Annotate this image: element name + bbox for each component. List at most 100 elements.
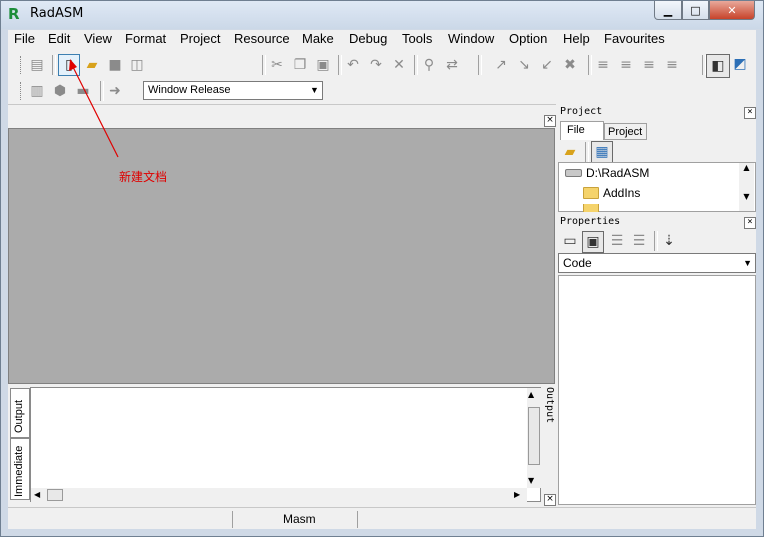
- menu-debug[interactable]: Debug: [349, 31, 387, 46]
- output-side-label: Output: [544, 387, 555, 424]
- tree-item-partial[interactable]: [583, 204, 599, 212]
- tab-immediate[interactable]: Immediate: [10, 438, 30, 500]
- save-all-icon[interactable]: ◫: [128, 56, 146, 74]
- menu-project[interactable]: Project: [180, 31, 220, 46]
- menu-option[interactable]: Option: [509, 31, 547, 46]
- tree-item-folder[interactable]: AddIns: [583, 186, 640, 200]
- outdent-icon[interactable]: ≡: [617, 56, 635, 74]
- window-icon[interactable]: ▭: [561, 232, 579, 250]
- copy-icon[interactable]: ❐: [291, 56, 309, 74]
- bookmark-prev-icon[interactable]: ↙: [538, 56, 556, 74]
- scroll-up-icon[interactable]: ▲: [528, 390, 534, 399]
- toolbar-separator: [52, 55, 56, 75]
- menu-favourites[interactable]: Favourites: [604, 31, 665, 46]
- toolbar-separator: [588, 55, 592, 75]
- close-button[interactable]: ✕: [709, 1, 755, 20]
- menu-resource[interactable]: Resource: [234, 31, 290, 46]
- chevron-down-icon: ▼: [743, 258, 752, 268]
- output-horizontal-scrollbar[interactable]: [31, 488, 527, 502]
- tile-windows-icon[interactable]: ◩: [731, 55, 749, 73]
- toolbar-separator: [414, 55, 418, 75]
- replace-icon[interactable]: ⇄: [443, 56, 461, 74]
- chevron-down-icon: ▼: [310, 85, 319, 95]
- tab-project[interactable]: Project: [604, 123, 647, 140]
- scroll-up-icon[interactable]: ▲: [739, 163, 754, 172]
- paste-icon[interactable]: ▣: [314, 56, 332, 74]
- menu-window[interactable]: Window: [448, 31, 494, 46]
- redo-icon[interactable]: ↷: [367, 56, 385, 74]
- bookmark-toggle-icon[interactable]: ↗: [492, 56, 510, 74]
- list-indent-icon[interactable]: ☰: [630, 232, 648, 250]
- preview-toggle-button[interactable]: ◧: [706, 54, 730, 78]
- build-icon[interactable]: ▥: [28, 82, 46, 100]
- cut-icon[interactable]: ✂: [268, 56, 286, 74]
- tab-output[interactable]: Output: [10, 388, 30, 438]
- scroll-down-icon[interactable]: ▼: [528, 476, 534, 485]
- maximize-button[interactable]: □: [682, 1, 709, 20]
- scroll-right-icon[interactable]: ▶: [514, 490, 520, 499]
- menu-help[interactable]: Help: [563, 31, 590, 46]
- tab-output-label: Output: [13, 399, 25, 433]
- scroll-down-icon[interactable]: ▼: [739, 192, 754, 201]
- project-panel-title: Project: [560, 106, 603, 117]
- tab-file[interactable]: File: [560, 121, 604, 141]
- delete-icon[interactable]: ✕: [390, 56, 408, 74]
- properties-select-value: Code: [563, 256, 592, 270]
- properties-list[interactable]: [558, 275, 756, 505]
- close-icon[interactable]: ×: [744, 217, 756, 229]
- bookmark-clear-icon[interactable]: ✖: [561, 56, 579, 74]
- menu-file[interactable]: File: [14, 31, 35, 46]
- tree-item-label: AddIns: [603, 186, 641, 200]
- status-assembler: Masm: [283, 512, 316, 526]
- sort-icon[interactable]: ⇣: [660, 232, 678, 250]
- output-textarea[interactable]: [30, 387, 541, 502]
- toolbar-separator: [478, 55, 482, 75]
- build-config-value: Window Release: [148, 84, 231, 96]
- close-icon[interactable]: ×: [544, 494, 556, 506]
- menu-bar: File Edit View Format Project Resource M…: [8, 30, 756, 49]
- window-title: RadASM: [30, 6, 84, 21]
- status-cell-assembler: Masm: [232, 511, 358, 528]
- uncomment-icon[interactable]: ≡: [663, 56, 681, 74]
- close-icon[interactable]: ×: [544, 115, 556, 127]
- scroll-left-icon[interactable]: ◀: [34, 490, 40, 499]
- menu-view[interactable]: View: [84, 31, 112, 46]
- menu-format[interactable]: Format: [125, 31, 166, 46]
- mdi-client-area[interactable]: [8, 128, 555, 384]
- build-config-select[interactable]: Window Release ▼: [143, 81, 323, 100]
- undo-icon[interactable]: ↶: [344, 56, 362, 74]
- comment-icon[interactable]: ≡: [640, 56, 658, 74]
- menu-edit[interactable]: Edit: [48, 31, 70, 46]
- tab-immediate-label: Immediate: [13, 445, 25, 497]
- output-vertical-thumb[interactable]: [528, 407, 540, 465]
- close-icon[interactable]: ×: [744, 107, 756, 119]
- bookmark-next-icon[interactable]: ↘: [515, 56, 533, 74]
- list-icon[interactable]: ☰: [608, 232, 626, 250]
- window-active-icon[interactable]: ▣: [582, 231, 604, 253]
- minimize-button[interactable]: ▁: [654, 1, 682, 20]
- toolbar-separator: [585, 142, 589, 162]
- folder-icon: [583, 187, 599, 199]
- toolbar-grip[interactable]: [20, 82, 24, 100]
- preview-icon: ◧: [711, 58, 725, 74]
- menu-make[interactable]: Make: [302, 31, 334, 46]
- filter-icon[interactable]: ▦: [591, 141, 613, 163]
- folder-up-icon[interactable]: ▰: [561, 143, 579, 161]
- tree-vertical-scrollbar[interactable]: ▲ ▼: [739, 163, 754, 211]
- print-icon[interactable]: ▤: [28, 56, 46, 74]
- project-toolbar: ▰ ▦: [558, 140, 756, 163]
- tree-item-drive[interactable]: D:\RadASM: [565, 166, 649, 180]
- output-horizontal-thumb[interactable]: [47, 489, 63, 501]
- indent-icon[interactable]: ≡: [594, 56, 612, 74]
- folder-icon: [583, 204, 599, 212]
- properties-select[interactable]: Code ▼: [558, 253, 756, 273]
- menu-tools[interactable]: Tools: [402, 31, 432, 46]
- file-tree[interactable]: D:\RadASM AddIns: [558, 162, 756, 212]
- toolbar-grip[interactable]: [20, 56, 24, 74]
- properties-toolbar: ▭ ▣ ☰ ☰ ⇣: [558, 230, 756, 253]
- annotation-label: 新建文档: [119, 170, 168, 184]
- find-icon[interactable]: ⚲: [420, 56, 438, 74]
- properties-panel-header[interactable]: Properties ×: [558, 216, 756, 229]
- project-panel-header[interactable]: Project ×: [558, 106, 756, 119]
- title-bar[interactable]: [1, 1, 763, 29]
